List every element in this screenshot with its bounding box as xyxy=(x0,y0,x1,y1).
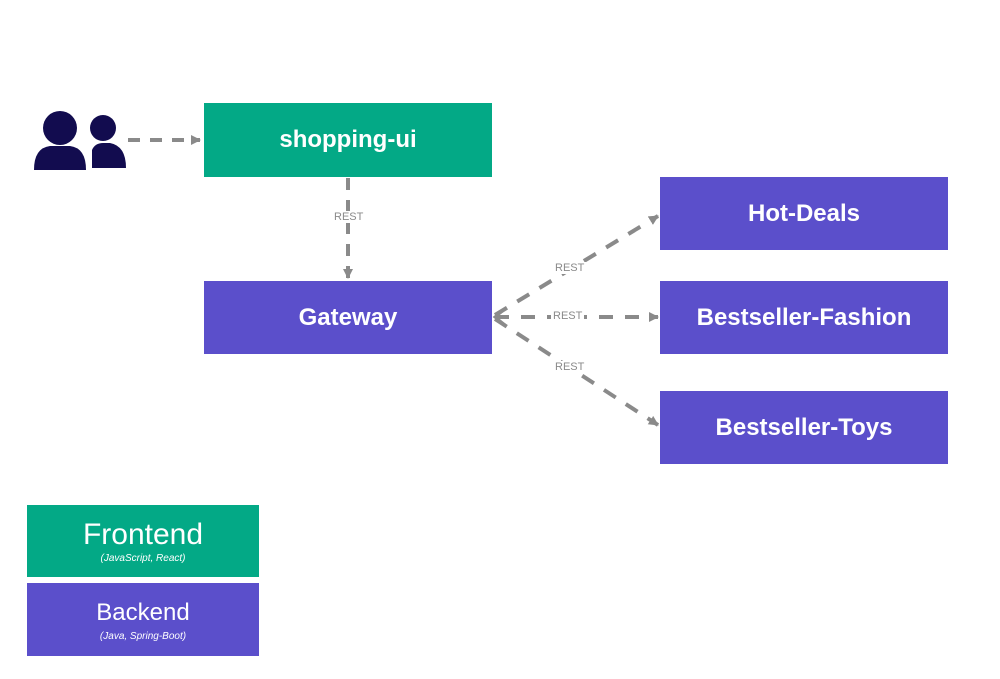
legend-frontend-title: Frontend xyxy=(82,517,204,551)
legend-frontend: Frontend (JavaScript, React) xyxy=(27,505,259,577)
legend-backend: Backend (Java, Spring-Boot) xyxy=(27,583,259,656)
legend-frontend-subtitle: (JavaScript, React) xyxy=(100,552,186,564)
node-shopping-ui[interactable]: shopping-ui xyxy=(204,103,492,177)
edge-label-rest: REST xyxy=(551,310,585,322)
edge-label-rest: REST xyxy=(332,211,366,223)
node-gateway[interactable]: Gateway xyxy=(204,281,492,354)
legend-backend-subtitle: (Java, Spring-Boot) xyxy=(99,631,187,642)
node-hot-deals[interactable]: Hot-Deals xyxy=(660,177,948,250)
node-bestseller-toys[interactable]: Bestseller-Toys xyxy=(660,391,948,464)
edge-label-rest: REST xyxy=(553,361,587,373)
users-icon xyxy=(34,111,126,170)
edge-label-rest: REST xyxy=(553,262,587,274)
legend-backend-title: Backend xyxy=(96,599,190,626)
node-bestseller-fashion[interactable]: Bestseller-Fashion xyxy=(660,281,948,354)
